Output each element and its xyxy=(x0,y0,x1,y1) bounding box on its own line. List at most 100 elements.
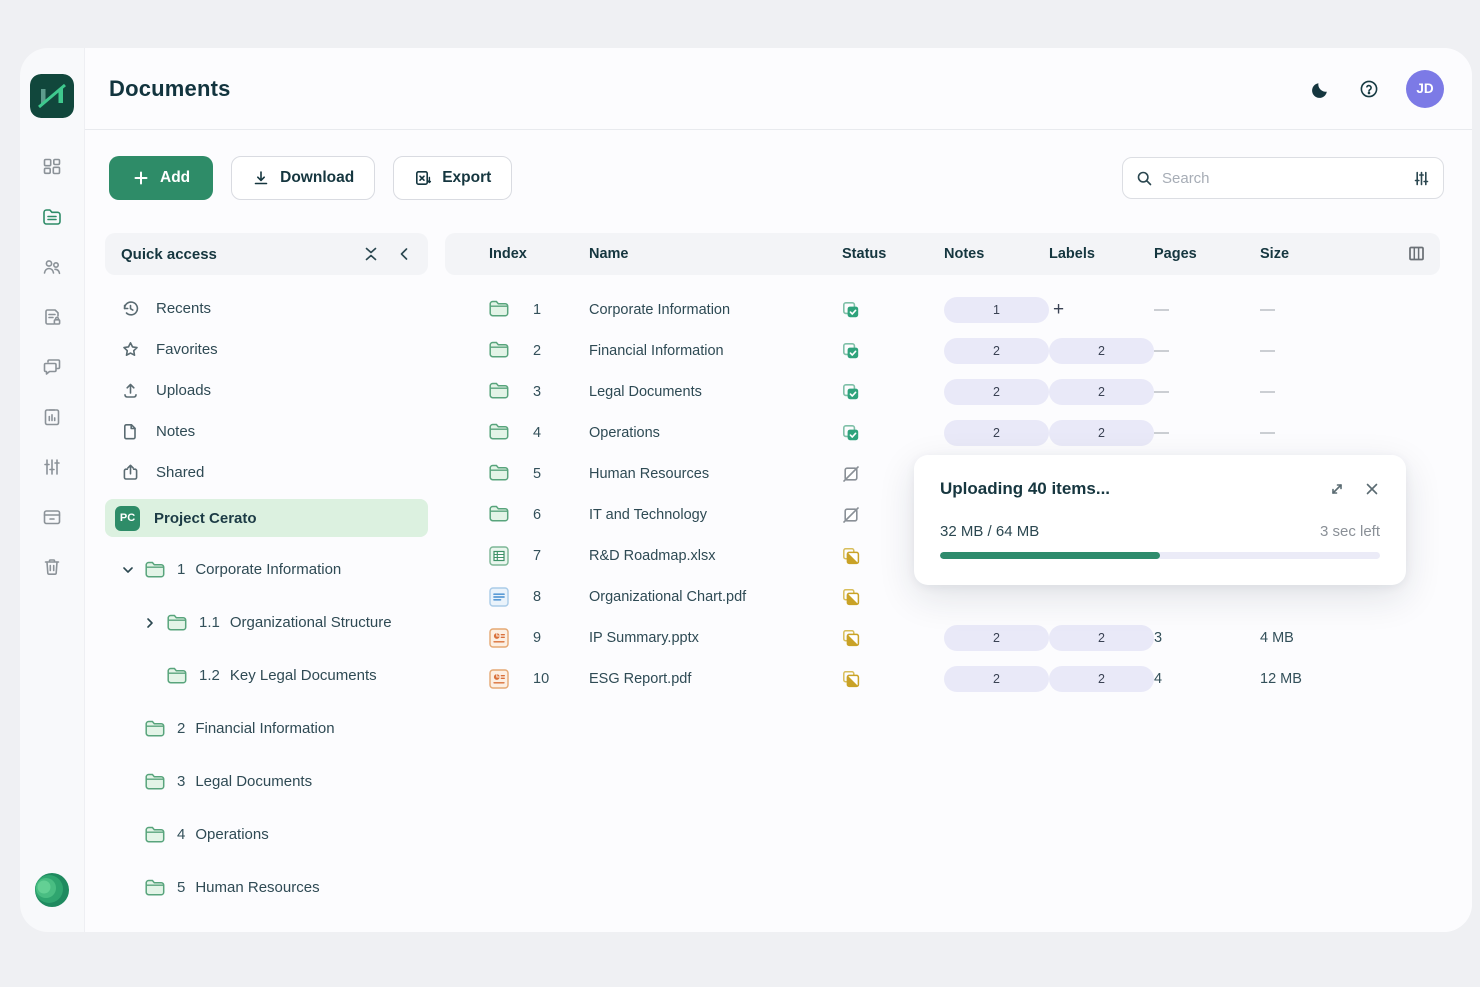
row-name[interactable]: Legal Documents xyxy=(589,384,842,400)
count-badge[interactable]: 2 xyxy=(1049,420,1154,446)
export-button-label: Export xyxy=(442,169,491,187)
column-header-name[interactable]: Name xyxy=(589,246,842,262)
sidebar-item-chat-icon[interactable] xyxy=(41,356,63,378)
tree-item-1[interactable]: 1Corporate Information xyxy=(105,543,428,596)
sidebar-item-archive-icon[interactable] xyxy=(41,506,63,528)
search-input[interactable] xyxy=(1162,170,1404,187)
column-header-pages[interactable]: Pages xyxy=(1154,246,1260,262)
search-box[interactable] xyxy=(1122,157,1444,199)
plus-icon xyxy=(132,169,150,187)
row-index: 10 xyxy=(533,671,589,687)
cell-value: 4 xyxy=(1154,671,1260,687)
row-index: 5 xyxy=(533,466,589,482)
collapse-panel-icon[interactable] xyxy=(396,246,412,262)
sidebar-item-favorites[interactable]: Favorites xyxy=(105,329,428,370)
columns-settings-icon[interactable] xyxy=(1407,244,1426,263)
count-badge[interactable]: 2 xyxy=(944,666,1049,692)
tree-item-number: 4 xyxy=(177,826,185,843)
export-button[interactable]: Export xyxy=(393,156,512,200)
row-name[interactable]: ESG Report.pdf xyxy=(589,671,842,687)
table-header: Index Name Status Notes Labels Pages Siz… xyxy=(445,233,1440,275)
tree-item-4[interactable]: 4Operations xyxy=(105,808,428,861)
tree-item-label: Legal Documents xyxy=(195,773,312,790)
sidebar-item-users-icon[interactable] xyxy=(41,256,63,278)
table-row[interactable]: 2Financial Information22—— xyxy=(445,330,1440,371)
count-badge[interactable]: 2 xyxy=(944,338,1049,364)
add-button[interactable]: Add xyxy=(109,156,213,200)
row-name[interactable]: Organizational Chart.pdf xyxy=(589,589,842,605)
row-index: 1 xyxy=(533,302,589,318)
column-header-labels[interactable]: Labels xyxy=(1049,246,1154,262)
sidebar-item-reports-icon[interactable] xyxy=(41,406,63,428)
tree-item-3[interactable]: 3Legal Documents xyxy=(105,755,428,808)
row-name[interactable]: Financial Information xyxy=(589,343,842,359)
row-name[interactable]: Operations xyxy=(589,425,842,441)
upload-progress-bar xyxy=(940,552,1380,559)
count-badge[interactable]: 2 xyxy=(1049,625,1154,651)
close-icon[interactable] xyxy=(1364,481,1380,497)
sidebar-item-trash-icon[interactable] xyxy=(41,556,63,578)
column-header-index[interactable]: Index xyxy=(489,246,589,262)
sidebar-item-shared[interactable]: Shared xyxy=(105,452,428,493)
sidebar-item-settings-sliders-icon[interactable] xyxy=(41,456,63,478)
count-badge[interactable]: 1 xyxy=(944,297,1049,323)
app-logo-icon[interactable] xyxy=(30,74,74,118)
count-badge[interactable]: 2 xyxy=(1049,379,1154,405)
collapse-all-icon[interactable] xyxy=(363,246,379,262)
status-approved-icon xyxy=(842,383,860,401)
column-header-notes[interactable]: Notes xyxy=(944,246,1049,262)
tree-item-1.2[interactable]: 1.2Key Legal Documents xyxy=(105,649,428,702)
chevron-right-icon[interactable] xyxy=(143,616,157,630)
table-row[interactable]: 4Operations22—— xyxy=(445,412,1440,453)
avatar[interactable]: JD xyxy=(1406,70,1444,108)
sidebar-item-recents[interactable]: Recents xyxy=(105,288,428,329)
sidebar-item-label: Shared xyxy=(156,464,204,481)
tree-item-5[interactable]: 5Human Resources xyxy=(105,861,428,914)
upload-toast-title: Uploading 40 items... xyxy=(940,479,1110,499)
add-label-button[interactable]: + xyxy=(1053,299,1154,321)
count-badge[interactable]: 2 xyxy=(944,420,1049,446)
sidebar-item-project-cerato[interactable]: PC Project Cerato xyxy=(105,499,428,537)
table-row[interactable]: 3Legal Documents22—— xyxy=(445,371,1440,412)
shared-icon xyxy=(121,463,140,482)
row-name[interactable]: IP Summary.pptx xyxy=(589,630,842,646)
table-row[interactable]: 1Corporate Information1+—— xyxy=(445,289,1440,330)
count-badge[interactable]: 2 xyxy=(1049,338,1154,364)
table-row[interactable]: 9IP Summary.pptx2234 MB xyxy=(445,617,1440,658)
sidebar-item-dashboard-icon[interactable] xyxy=(41,156,63,178)
brand-orb-icon[interactable] xyxy=(34,872,70,908)
sidebar-item-label: Notes xyxy=(156,423,195,440)
tree-item-2[interactable]: 2Financial Information xyxy=(105,702,428,755)
column-header-status[interactable]: Status xyxy=(842,246,944,262)
row-name[interactable]: IT and Technology xyxy=(589,507,842,523)
count-badge[interactable]: 2 xyxy=(944,379,1049,405)
row-index: 6 xyxy=(533,507,589,523)
sidebar-item-documents-icon[interactable] xyxy=(41,206,63,228)
sidebar-item-uploads[interactable]: Uploads xyxy=(105,370,428,411)
row-name[interactable]: Human Resources xyxy=(589,466,842,482)
dark-mode-icon[interactable] xyxy=(1310,78,1332,100)
table-row[interactable]: 10ESG Report.pdf22412 MB xyxy=(445,658,1440,699)
sidebar-item-label: Recents xyxy=(156,300,211,317)
tree-item-1.1[interactable]: 1.1Organizational Structure xyxy=(105,596,428,649)
folder-icon xyxy=(145,826,165,843)
empty-value-dash: — xyxy=(1260,383,1440,400)
count-badge[interactable]: 2 xyxy=(1049,666,1154,692)
folder-icon xyxy=(145,879,165,896)
row-name[interactable]: Corporate Information xyxy=(589,302,842,318)
download-button-label: Download xyxy=(280,169,354,187)
sidebar-item-notes[interactable]: Notes xyxy=(105,411,428,452)
chevron-down-icon[interactable] xyxy=(121,563,135,577)
search-icon xyxy=(1136,170,1153,187)
status-draft-icon xyxy=(842,465,860,483)
sidebar-item-secure-docs-icon[interactable] xyxy=(41,306,63,328)
empty-value-dash: — xyxy=(1154,424,1260,441)
filter-icon[interactable] xyxy=(1413,170,1430,187)
help-icon[interactable] xyxy=(1358,78,1380,100)
download-button[interactable]: Download xyxy=(231,156,375,200)
tree-item-label: Corporate Information xyxy=(195,561,341,578)
tree-chevron-placeholder xyxy=(121,722,135,736)
expand-icon[interactable] xyxy=(1329,481,1345,497)
count-badge[interactable]: 2 xyxy=(944,625,1049,651)
row-name[interactable]: R&D Roadmap.xlsx xyxy=(589,548,842,564)
